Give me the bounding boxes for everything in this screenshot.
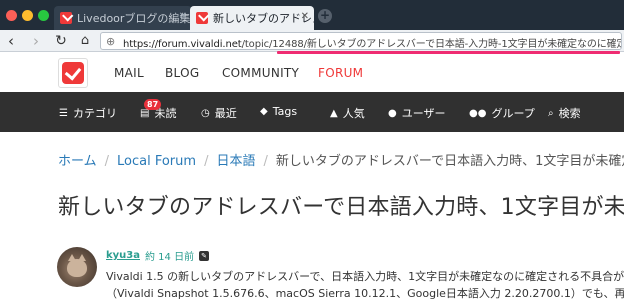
post-line: Vivaldi 1.5 の新しいタブのアドレスバーで、日本語入力時、1文字目が未… xyxy=(106,270,624,283)
zoom-window-button[interactable] xyxy=(38,10,49,21)
post-timestamp[interactable]: 約 14 日前 xyxy=(145,248,194,263)
forum-nav-label: ユーザー xyxy=(401,107,446,120)
tab-livedoor[interactable]: Livedoorブログの編集ページ ✕ xyxy=(54,6,192,30)
post-meta: kyu3a 約 14 日前 ✎ xyxy=(106,248,210,263)
breadcrumb-separator: / xyxy=(104,154,110,169)
site-header: MAIL BLOG COMMUNITY FORUM xyxy=(0,54,624,92)
nav-blog-link[interactable]: BLOG xyxy=(165,66,199,80)
url-text: https://forum.vivaldi.net/topic/12488/新し… xyxy=(123,35,621,50)
tags-icon: ◆ xyxy=(260,106,268,117)
forum-nav: ☰ カテゴリ ▤ 未読 ◷ 最近 ◆ Tags ▲ 人気 ● ユーザー ●● グループ ⌕ 検索 xyxy=(0,92,624,132)
address-bar: ‹ › ↻ ⌂ ⊕ https://forum.vivaldi.net/topi… xyxy=(0,30,624,52)
forum-nav-recent[interactable]: ◷ 最近 xyxy=(201,105,237,121)
forum-nav-search[interactable]: ⌕ 検索 xyxy=(548,105,581,121)
forum-nav-label: 検索 xyxy=(558,107,581,120)
unread-count-badge: 87 xyxy=(144,99,162,110)
breadcrumb-separator: / xyxy=(204,154,209,169)
forum-nav-users[interactable]: ● ユーザー xyxy=(388,105,446,121)
breadcrumb-separator: / xyxy=(263,154,268,169)
breadcrumb-local-forum[interactable]: Local Forum xyxy=(117,154,196,169)
url-input[interactable]: ⊕ https://forum.vivaldi.net/topic/12488/… xyxy=(100,32,622,50)
close-window-button[interactable] xyxy=(6,10,17,21)
forum-nav-tags[interactable]: ◆ Tags xyxy=(260,105,297,118)
fire-icon: ▲ xyxy=(330,107,338,119)
tab-bar: Livedoorブログの編集ページ ✕ 新しいタブのアドレスバー ✕ + xyxy=(0,0,624,30)
clock-icon: ◷ xyxy=(201,107,210,119)
breadcrumb-home[interactable]: ホーム xyxy=(58,154,97,169)
tab-close-icon[interactable]: ✕ xyxy=(301,12,309,22)
nav-community-link[interactable]: COMMUNITY xyxy=(222,66,299,80)
cat-avatar-icon xyxy=(67,254,87,277)
tab-close-icon[interactable]: ✕ xyxy=(179,12,187,22)
vivaldi-favicon-icon xyxy=(60,12,72,24)
vivaldi-logo[interactable] xyxy=(58,58,88,88)
forum-nav-label: グループ xyxy=(491,107,535,120)
list-icon: ☰ xyxy=(59,107,68,119)
vivaldi-logo-icon xyxy=(62,62,84,84)
post-body: Vivaldi 1.5 の新しいタブのアドレスバーで、日本語入力時、1文字目が未… xyxy=(106,268,624,302)
forward-button[interactable]: › xyxy=(28,32,44,50)
forum-nav-label: カテゴリ xyxy=(72,107,117,120)
forum-nav-popular[interactable]: ▲ 人気 xyxy=(330,105,365,121)
topic-title: 新しいタブのアドレスバーで日本語入力時、1文字目が未 xyxy=(58,195,624,220)
tab-label: 新しいタブのアドレスバー xyxy=(213,12,314,25)
forum-nav-label: Tags xyxy=(272,105,298,118)
site-info-icon[interactable]: ⊕ xyxy=(106,35,115,48)
url-host: https://forum.vivaldi.net xyxy=(123,39,242,50)
group-icon: ●● xyxy=(469,107,487,119)
forum-nav-categories[interactable]: ☰ カテゴリ xyxy=(59,105,117,121)
edited-icon: ✎ xyxy=(199,250,210,261)
avatar[interactable] xyxy=(57,247,97,287)
vivaldi-favicon-icon xyxy=(196,12,208,24)
reload-button[interactable]: ↻ xyxy=(53,32,69,50)
forum-nav-label: 人気 xyxy=(342,107,365,120)
back-button[interactable]: ‹ xyxy=(3,32,19,50)
minimize-window-button[interactable] xyxy=(22,10,33,21)
tab-vivaldi-forum[interactable]: 新しいタブのアドレスバー ✕ xyxy=(190,6,314,30)
nav-forum-link[interactable]: FORUM xyxy=(318,66,363,80)
breadcrumb-category[interactable]: 日本語 xyxy=(216,154,255,169)
nav-mail-link[interactable]: MAIL xyxy=(114,66,144,80)
post-author-link[interactable]: kyu3a xyxy=(106,250,140,261)
user-icon: ● xyxy=(388,107,397,119)
forum-nav-label: 最近 xyxy=(214,107,237,120)
breadcrumb: ホーム / Local Forum / 日本語 / 新しいタブのアドレスバーで日本語入力時、… xyxy=(58,150,624,169)
tab-label: Livedoorブログの編集ページ xyxy=(77,12,192,25)
home-button[interactable]: ⌂ xyxy=(77,32,93,50)
url-path: /topic/12488/新しいタブのアドレスバーで日本語-入力時-1文字目が未… xyxy=(241,39,621,50)
post-line: （Vivaldi Snapshot 1.5.676.6、macOS Sierra… xyxy=(106,287,624,300)
breadcrumb-current: 新しいタブのアドレスバーで日本語入力時、1文字目が未確定 xyxy=(275,154,624,169)
new-tab-button[interactable]: + xyxy=(318,9,332,23)
search-icon: ⌕ xyxy=(548,107,554,119)
forum-nav-groups[interactable]: ●● グループ xyxy=(469,105,535,121)
